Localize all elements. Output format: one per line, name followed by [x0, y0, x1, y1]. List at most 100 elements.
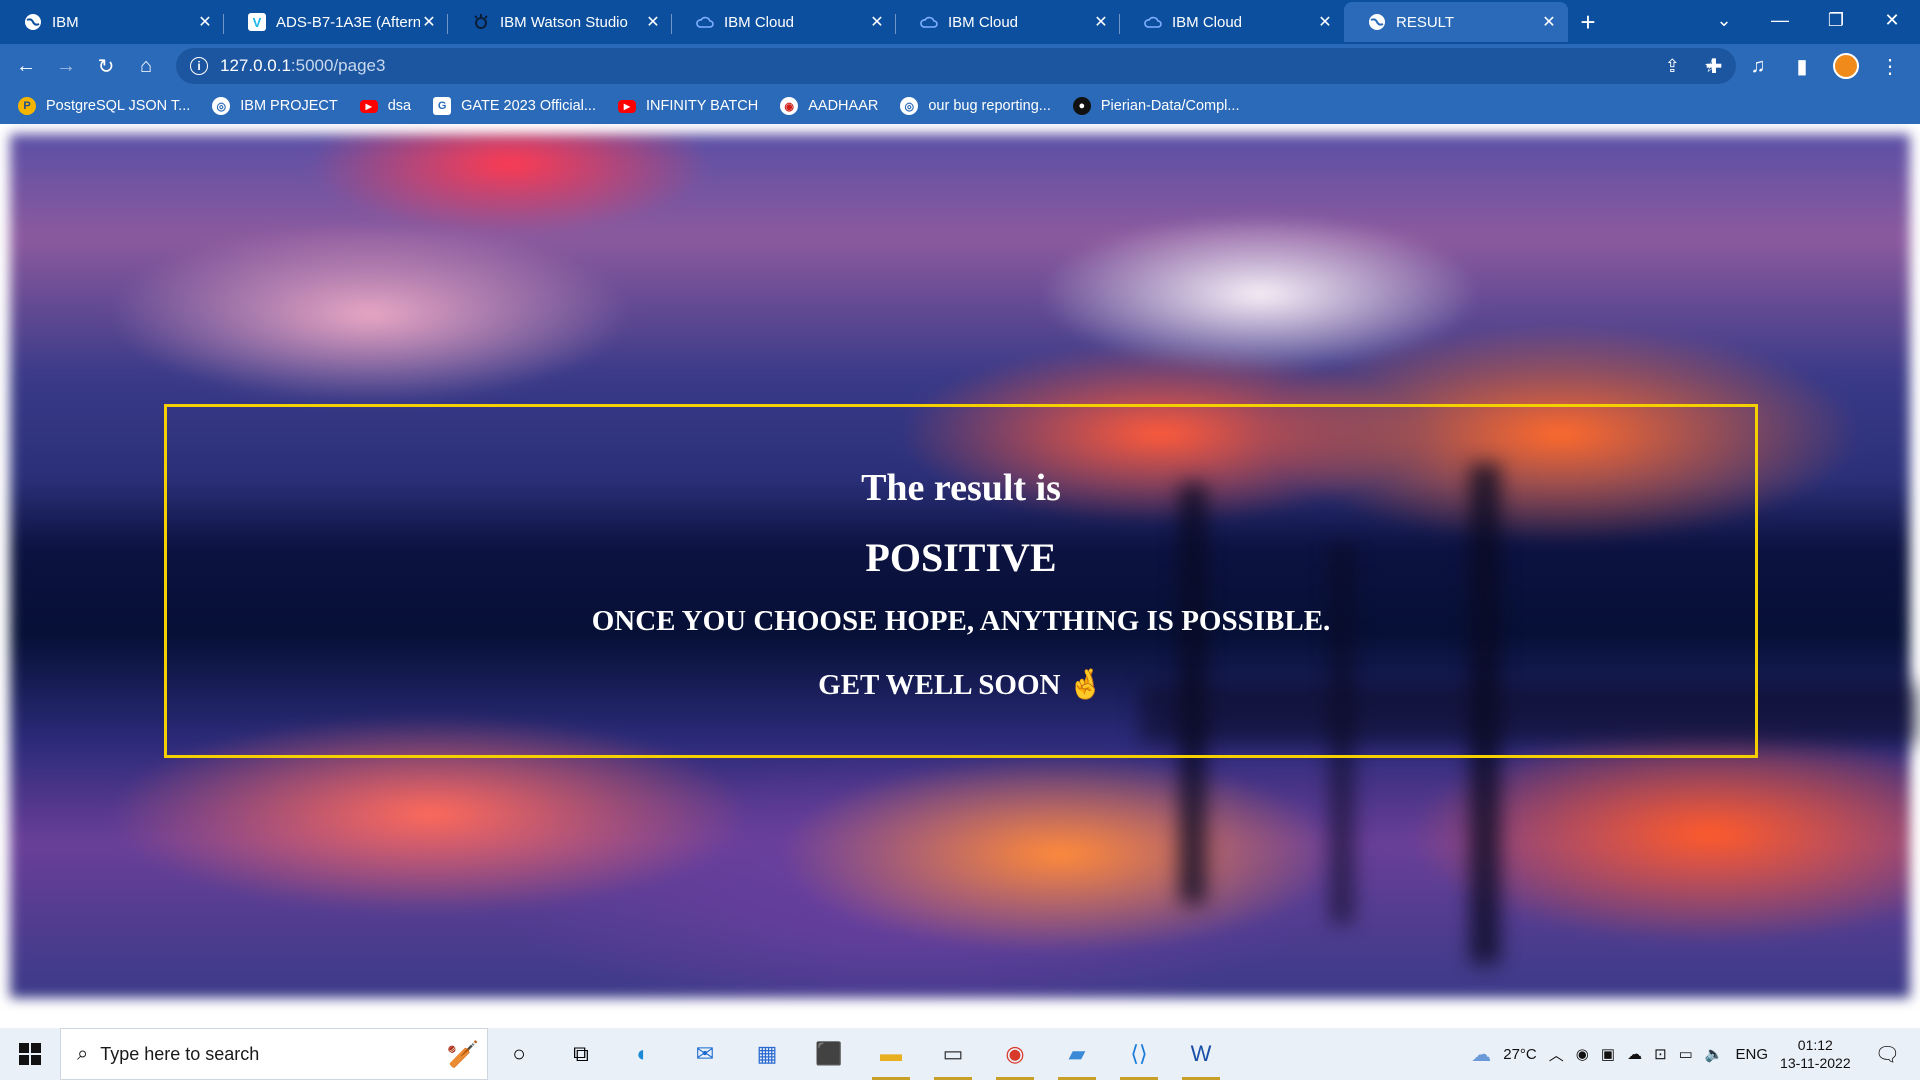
close-icon[interactable]: ✕ — [1092, 12, 1110, 32]
bookmark-postgres[interactable]: P PostgreSQL JSON T... — [18, 97, 190, 115]
restore-button[interactable]: ❐ — [1808, 0, 1864, 40]
menu-icon[interactable]: ⋮ — [1870, 48, 1910, 84]
close-icon[interactable]: ✕ — [1316, 12, 1334, 32]
back-button[interactable]: ← — [6, 48, 46, 84]
weather-temp[interactable]: 27°C — [1503, 1046, 1537, 1063]
search-highlight-icon: 🏏 — [446, 1038, 479, 1069]
task-view-icon[interactable]: ⧉ — [550, 1028, 612, 1080]
globe-icon: ◎ — [900, 97, 919, 115]
volume-icon[interactable]: 🔈 — [1705, 1045, 1724, 1063]
bookmark-infinity[interactable]: ▶ INFINITY BATCH — [617, 98, 758, 114]
store-icon[interactable]: ▦ — [736, 1028, 798, 1080]
system-tray: ☁ 27°C ︿ ◉ ▣ ☁ ⊡ ▭ 🔈 ENG 01:12 13-11-202… — [1471, 1028, 1920, 1080]
forward-button[interactable]: → — [46, 48, 86, 84]
bookmark-label: our bug reporting... — [928, 98, 1051, 114]
url-path: :5000/page3 — [290, 56, 386, 75]
terminal-icon[interactable]: ▭ — [922, 1028, 984, 1080]
tab-result[interactable]: RESULT ✕ — [1344, 2, 1568, 42]
chrome-icon[interactable]: ◉ — [984, 1028, 1046, 1080]
onedrive-icon[interactable]: ☁ — [1627, 1045, 1642, 1063]
bookmark-label: Pierian-Data/Compl... — [1100, 98, 1240, 114]
media-control-icon[interactable]: ♫ — [1738, 48, 1778, 84]
record-icon[interactable]: ◉ — [1576, 1045, 1589, 1063]
tab-ibm-cloud-3[interactable]: IBM Cloud ✕ — [1120, 2, 1344, 42]
tab-ibm-cloud-1[interactable]: IBM Cloud ✕ — [672, 2, 896, 42]
file-explorer-icon[interactable]: ▬ — [860, 1028, 922, 1080]
bookmark-aadhaar[interactable]: ◉ AADHAAR — [780, 97, 878, 115]
extensions-icon[interactable]: ✚ — [1694, 48, 1734, 84]
tab-ibm[interactable]: IBM ✕ — [0, 2, 224, 42]
globe-icon — [24, 13, 42, 31]
tab-title: IBM Watson Studio — [500, 13, 628, 31]
display-icon[interactable]: ⊡ — [1654, 1045, 1667, 1063]
weather-icon[interactable]: ☁ — [1471, 1042, 1491, 1067]
github-icon: ● — [1072, 97, 1091, 115]
tab-title: IBM Cloud — [724, 13, 795, 31]
tab-watson[interactable]: IBM Watson Studio ✕ — [448, 2, 672, 42]
bookmark-label: IBM PROJECT — [240, 98, 338, 114]
share-icon[interactable]: ⇪ — [1665, 56, 1680, 77]
bookmark-bug-reporting[interactable]: ◎ our bug reporting... — [900, 97, 1051, 115]
cortana-icon[interactable]: ○ — [488, 1028, 550, 1080]
word-icon[interactable]: W — [1170, 1028, 1232, 1080]
cloud-icon — [696, 13, 714, 31]
cloud-icon — [920, 13, 938, 31]
start-button[interactable] — [0, 1028, 60, 1080]
new-tab-button[interactable]: + — [1568, 2, 1608, 42]
address-bar[interactable]: i 127.0.0.1:5000/page3 ⇪ ☆ — [176, 48, 1736, 84]
edge-icon[interactable]: ◐ — [612, 1028, 674, 1080]
minimize-button[interactable]: — — [1752, 0, 1808, 40]
windows-icon — [19, 1043, 41, 1065]
page-content: The result is POSITIVE ONCE YOU CHOOSE H… — [0, 124, 1920, 1028]
tab-title: IBM — [52, 13, 79, 31]
vscode-icon[interactable]: ⟨⟩ — [1108, 1028, 1170, 1080]
tab-ads[interactable]: V ADS-B7-1A3E (Aftern ✕ — [224, 2, 448, 42]
close-icon[interactable]: ✕ — [196, 12, 214, 32]
meet-icon[interactable]: ▣ — [1601, 1045, 1615, 1063]
window-controls: ⌄ — ❐ ✕ — [1696, 0, 1920, 40]
tab-search-chevron-icon[interactable]: ⌄ — [1696, 0, 1752, 40]
close-window-button[interactable]: ✕ — [1864, 0, 1920, 40]
postgres-icon: P — [18, 97, 36, 115]
search-icon: ⌕ — [77, 1042, 89, 1065]
clock[interactable]: 01:12 13-11-2022 — [1780, 1036, 1851, 1072]
bookmark-dsa[interactable]: ▶ dsa — [359, 98, 412, 114]
url-host: 127.0.0.1 — [220, 56, 291, 75]
close-icon[interactable]: ✕ — [644, 12, 662, 32]
tab-title: IBM Cloud — [1172, 13, 1243, 31]
tab-title: IBM Cloud — [948, 13, 1019, 31]
tab-strip: IBM ✕ V ADS-B7-1A3E (Aftern ✕ IBM Watson… — [0, 0, 1920, 44]
profile-button[interactable] — [1826, 48, 1866, 84]
office-icon[interactable]: ⬛ — [798, 1028, 860, 1080]
info-icon[interactable]: i — [190, 57, 208, 75]
notepad-icon[interactable]: ▰ — [1046, 1028, 1108, 1080]
chevron-up-icon[interactable]: ︿ — [1549, 1044, 1564, 1065]
close-icon[interactable]: ✕ — [1540, 12, 1558, 32]
bookmark-pierian[interactable]: ● Pierian-Data/Compl... — [1072, 97, 1240, 115]
home-button[interactable]: ⌂ — [126, 48, 166, 84]
vimeo-icon: V — [248, 13, 266, 31]
youtube-icon: ▶ — [359, 99, 378, 113]
reload-button[interactable]: ↻ — [86, 48, 126, 84]
bookmark-gate[interactable]: G GATE 2023 Official... — [433, 97, 596, 115]
language-indicator[interactable]: ENG — [1736, 1046, 1769, 1063]
aadhaar-icon: ◉ — [780, 97, 799, 115]
gate-icon: G — [433, 97, 452, 115]
bookmark-ibm-project[interactable]: ◎ IBM PROJECT — [212, 97, 338, 115]
bookmark-label: dsa — [387, 98, 412, 114]
battery-icon[interactable]: ▭ — [1679, 1045, 1693, 1063]
close-icon[interactable]: ✕ — [420, 12, 438, 32]
side-panel-icon[interactable]: ▮ — [1782, 48, 1822, 84]
tab-ibm-cloud-2[interactable]: IBM Cloud ✕ — [896, 2, 1120, 42]
bookmark-label: PostgreSQL JSON T... — [46, 98, 191, 114]
close-icon[interactable]: ✕ — [868, 12, 886, 32]
result-status: POSITIVE — [865, 535, 1057, 580]
mail-icon[interactable]: ✉ — [674, 1028, 736, 1080]
search-placeholder: Type here to search — [100, 1043, 260, 1064]
taskbar-search[interactable]: ⌕ Type here to search 🏏 — [60, 1028, 488, 1080]
avatar — [1833, 53, 1859, 79]
globe-icon — [1368, 13, 1386, 31]
notification-icon[interactable]: 🗨 — [1875, 1042, 1900, 1067]
clock-date: 13-11-2022 — [1780, 1055, 1851, 1071]
tab-title: RESULT — [1396, 13, 1455, 31]
